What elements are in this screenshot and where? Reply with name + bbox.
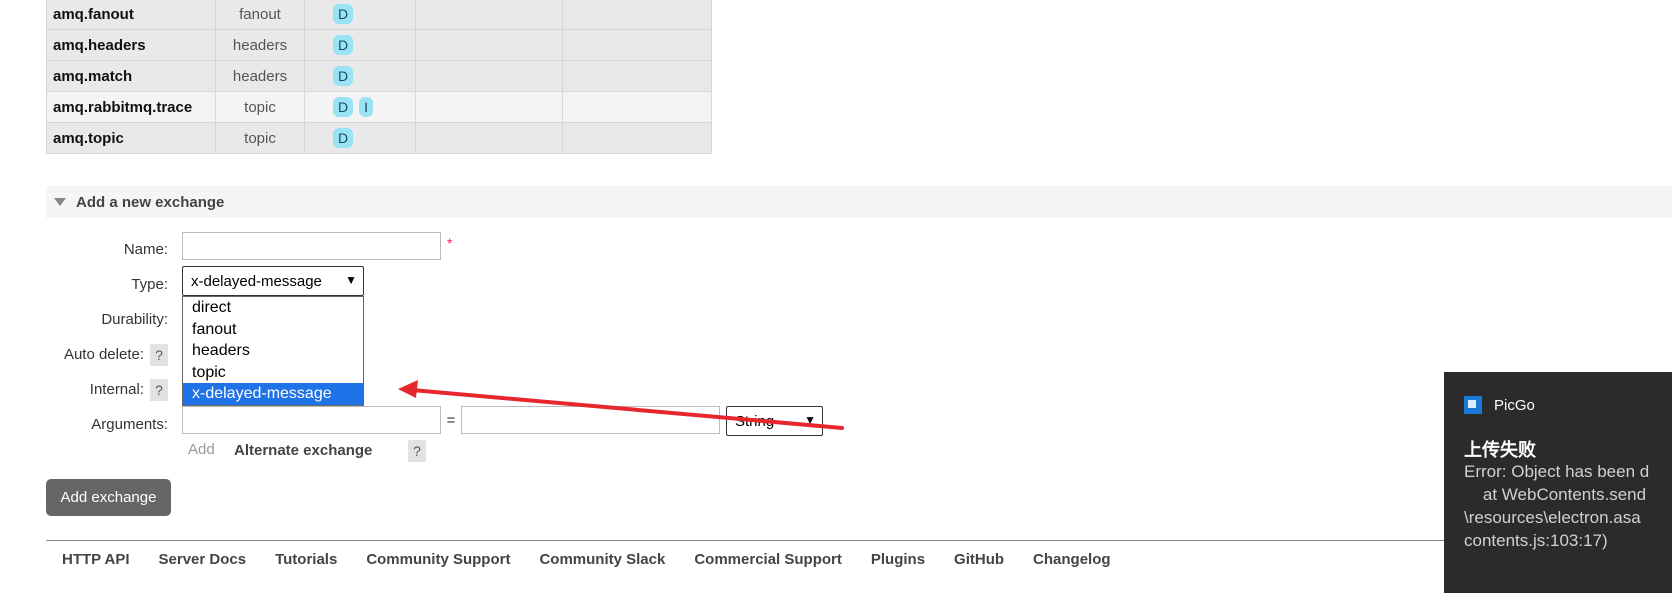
alternate-exchange-link[interactable]: Alternate exchange <box>234 442 372 459</box>
table-cell <box>415 0 563 30</box>
footer-link[interactable]: Tutorials <box>275 551 337 568</box>
exchange-name-link[interactable]: amq.headers <box>46 29 216 61</box>
table-cell <box>415 122 563 154</box>
feature-badge: I <box>359 97 374 117</box>
name-input[interactable] <box>182 232 441 260</box>
notification-app-name: PicGo <box>1494 396 1535 414</box>
exchange-features: DI <box>304 91 416 123</box>
exchange-features: D <box>304 122 416 154</box>
add-exchange-button[interactable]: Add exchange <box>46 479 171 516</box>
exchange-name-link[interactable]: amq.fanout <box>46 0 216 30</box>
collapse-triangle-icon <box>54 198 66 206</box>
table-row: amq.match headers D <box>46 60 712 92</box>
durability-label: Durability: <box>101 311 168 328</box>
footer-divider <box>46 540 1672 541</box>
footer-link[interactable]: HTTP API <box>62 551 130 568</box>
type-label: Type: <box>131 276 168 293</box>
type-option[interactable]: direct <box>183 297 363 319</box>
chevron-down-icon: ▼ <box>804 413 816 427</box>
footer-link[interactable]: Community Support <box>366 551 510 568</box>
argument-key-input[interactable] <box>182 406 441 434</box>
table-row: amq.headers headers D <box>46 29 712 61</box>
footer-link[interactable]: GitHub <box>954 551 1004 568</box>
exchanges-table: amq.fanout fanout Damq.headers headers Damq.… <box>46 0 712 154</box>
feature-badge: D <box>333 35 354 55</box>
type-option[interactable]: topic <box>183 362 363 384</box>
picgo-icon <box>1464 396 1482 414</box>
footer-link[interactable]: Commercial Support <box>694 551 842 568</box>
exchange-features: D <box>304 60 416 92</box>
auto-delete-help-icon[interactable]: ? <box>150 344 168 366</box>
feature-badge: D <box>333 97 354 117</box>
equals-sign: = <box>446 412 456 429</box>
table-row: amq.fanout fanout D <box>46 0 712 30</box>
exchange-type: topic <box>215 91 305 123</box>
table-row: amq.topic topic D <box>46 122 712 154</box>
type-select[interactable]: x-delayed-message ▼ <box>182 266 364 296</box>
add-exchange-section-header[interactable]: Add a new exchange <box>46 186 1672 218</box>
footer-link[interactable]: Community Slack <box>539 551 665 568</box>
auto-delete-label: Auto delete: <box>63 346 144 363</box>
argument-value-input[interactable] <box>461 406 720 434</box>
argument-type-select[interactable]: String ▼ <box>726 406 823 436</box>
table-cell <box>415 60 563 92</box>
type-option[interactable]: x-delayed-message <box>183 383 363 405</box>
add-argument-link[interactable]: Add <box>188 441 215 458</box>
table-cell <box>415 91 563 123</box>
exchange-type: fanout <box>215 0 305 30</box>
type-dropdown[interactable]: direct fanout headers topic x-delayed-messag… <box>182 296 364 406</box>
table-cell <box>562 29 712 61</box>
feature-badge: D <box>333 66 354 86</box>
table-cell <box>562 60 712 92</box>
type-select-value: x-delayed-message <box>191 272 322 290</box>
type-option[interactable]: fanout <box>183 319 363 341</box>
notification-title: 上传失败 <box>1464 440 1536 460</box>
table-cell <box>562 91 712 123</box>
exchange-name-link[interactable]: amq.topic <box>46 122 216 154</box>
exchange-features: D <box>304 29 416 61</box>
section-title: Add a new exchange <box>76 193 225 211</box>
argument-type-value: String <box>735 412 775 430</box>
table-cell <box>562 122 712 154</box>
exchange-type: headers <box>215 60 305 92</box>
feature-badge: D <box>333 128 354 148</box>
exchange-features: D <box>304 0 416 30</box>
table-row: amq.rabbitmq.trace topic D I <box>46 91 712 123</box>
feature-badge: D <box>333 4 354 24</box>
footer-link[interactable]: Plugins <box>871 551 925 568</box>
internal-label: Internal: <box>89 381 144 398</box>
notification-app: PicGo <box>1464 396 1535 414</box>
table-cell <box>562 0 712 30</box>
alternate-exchange-help-icon[interactable]: ? <box>408 440 426 462</box>
exchange-type: headers <box>215 29 305 61</box>
name-label: Name: <box>123 241 168 258</box>
required-mark: * <box>447 235 453 251</box>
type-option[interactable]: headers <box>183 340 363 362</box>
exchange-name-link[interactable]: amq.rabbitmq.trace <box>46 91 216 123</box>
chevron-down-icon: ▼ <box>345 273 357 287</box>
exchange-name-link[interactable]: amq.match <box>46 60 216 92</box>
table-cell <box>415 29 563 61</box>
internal-help-icon[interactable]: ? <box>150 379 168 401</box>
arguments-label: Arguments: <box>91 416 168 433</box>
footer-links: HTTP API Server Docs Tutorials Community Su… <box>62 551 1140 568</box>
exchange-type: topic <box>215 122 305 154</box>
footer-link[interactable]: Changelog <box>1033 551 1111 568</box>
notification-body: Error: Object has been d at WebContents.… <box>1464 462 1650 550</box>
footer-link[interactable]: Server Docs <box>159 551 247 568</box>
picgo-notification[interactable]: PicGo 上传失败 Error: Object has been d at W… <box>1444 372 1672 593</box>
